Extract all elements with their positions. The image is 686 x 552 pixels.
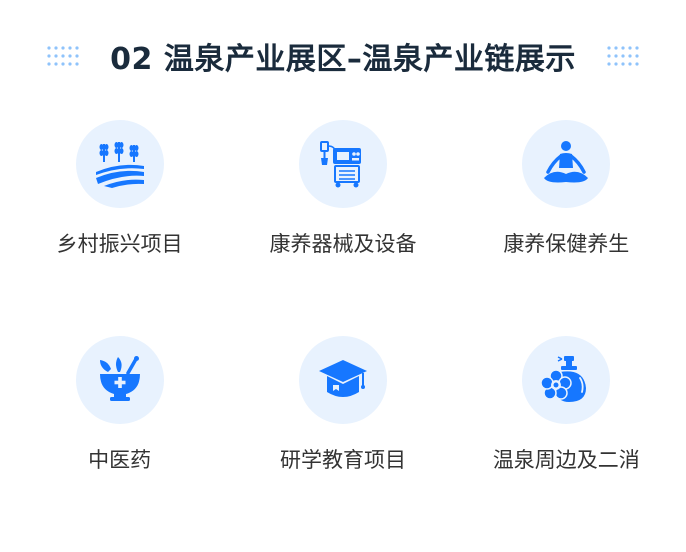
item-education[interactable]: 研学教育项目 [231, 336, 454, 552]
icon-circle [522, 120, 611, 208]
industry-chain-grid: 乡村振兴项目 康养器械及设备 康养保健养生 中医药 研学教育项目 温泉周边及二消 [8, 120, 678, 552]
perfume-flower-icon [540, 356, 587, 402]
dots-decoration-left-icon [47, 46, 79, 66]
medical-device-icon [319, 141, 361, 188]
item-rural-revitalization[interactable]: 乡村振兴项目 [8, 120, 231, 336]
graduation-cap-icon [318, 360, 367, 397]
icon-circle [298, 120, 387, 208]
item-label: 中医药 [88, 448, 152, 472]
wheat-field-icon [95, 142, 144, 188]
item-label: 康养器械及设备 [269, 232, 417, 256]
item-label: 研学教育项目 [279, 448, 406, 472]
icon-circle [75, 120, 164, 208]
icon-circle [522, 336, 611, 424]
item-label: 康养保健养生 [503, 232, 630, 256]
item-wellness[interactable]: 康养保健养生 [455, 120, 678, 336]
icon-circle [75, 336, 164, 424]
icon-circle [298, 336, 387, 424]
item-hot-spring-peripherals[interactable]: 温泉周边及二消 [455, 336, 678, 552]
item-label: 温泉周边及二消 [492, 448, 640, 472]
dots-decoration-right-icon [607, 46, 639, 66]
mortar-pestle-icon [99, 356, 140, 401]
item-label: 乡村振兴项目 [56, 232, 183, 256]
page-title: 02 温泉产业展区–温泉产业链展示 [110, 42, 576, 77]
section-header: 02 温泉产业展区–温泉产业链展示 [0, 36, 686, 77]
item-rehab-equipment[interactable]: 康养器械及设备 [231, 120, 454, 336]
item-tcm[interactable]: 中医药 [8, 336, 231, 552]
meditation-icon [544, 141, 589, 183]
